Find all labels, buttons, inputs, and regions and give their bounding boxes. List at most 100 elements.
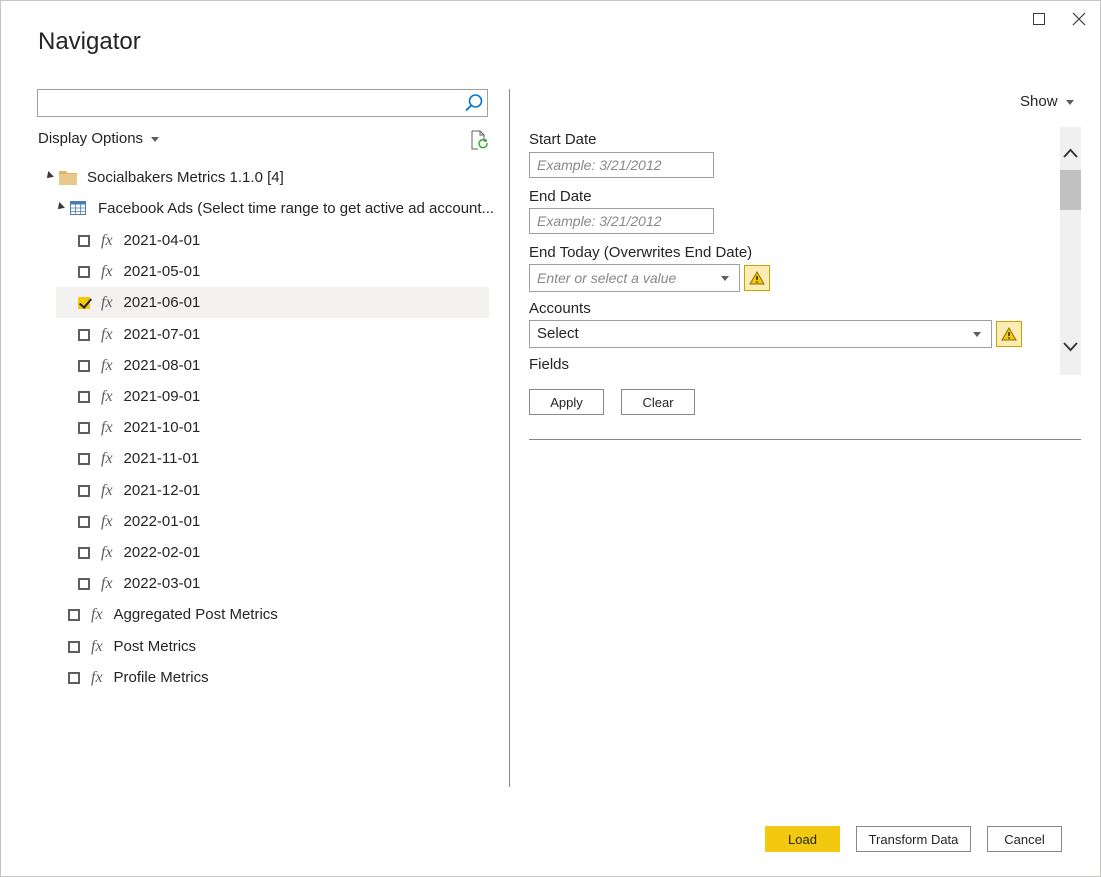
start-date-placeholder: Example: 3/21/2012 (537, 157, 662, 173)
function-icon: fx (91, 605, 103, 623)
folder-icon (59, 171, 77, 185)
date-checkbox[interactable] (78, 577, 90, 590)
date-label: 2021-12-01 (123, 482, 201, 499)
maximize-icon (1033, 13, 1045, 25)
collapse-icon[interactable] (44, 171, 54, 181)
accounts-select[interactable]: Select (529, 320, 992, 348)
end-today-label: End Today (Overwrites End Date) (529, 244, 753, 261)
date-checkbox[interactable] (78, 421, 90, 434)
scroll-up-icon[interactable] (1062, 146, 1079, 160)
panel-divider (509, 89, 510, 787)
date-checkbox[interactable] (78, 452, 90, 465)
tree-date-item[interactable]: fx 2021-09-01 (78, 381, 200, 412)
date-checkbox[interactable] (78, 546, 90, 559)
date-checkbox[interactable] (78, 390, 90, 403)
tree-date-item[interactable]: fx 2021-04-01 (78, 225, 200, 256)
search-box (37, 89, 488, 117)
tree-date-item-selected[interactable]: fx 2021-06-01 (56, 287, 489, 318)
tree-function-item[interactable]: fx Post Metrics (68, 631, 196, 662)
tree-root[interactable]: Socialbakers Metrics 1.1.0 [4] (38, 162, 490, 193)
accounts-value: Select (537, 325, 579, 342)
close-icon (1072, 12, 1086, 26)
function-icon: fx (101, 543, 113, 561)
date-label: 2021-04-01 (123, 232, 201, 249)
warning-icon (1001, 327, 1017, 341)
show-label: Show (1020, 93, 1058, 110)
function-icon: fx (101, 481, 113, 499)
function-icon: fx (101, 231, 113, 249)
scrollbar-thumb[interactable] (1060, 170, 1081, 210)
tree-function-item[interactable]: fx Aggregated Post Metrics (68, 599, 278, 630)
date-checkbox[interactable] (78, 265, 90, 278)
function-icon: fx (91, 637, 103, 655)
params-scrollbar[interactable] (1060, 127, 1081, 375)
tree-date-item[interactable]: fx 2021-07-01 (78, 319, 200, 350)
date-label: 2022-02-01 (123, 544, 201, 561)
tree-date-item[interactable]: fx 2022-02-01 (78, 537, 200, 568)
function-checkbox[interactable] (68, 608, 80, 621)
tree-date-item[interactable]: fx 2021-08-01 (78, 350, 200, 381)
date-checkbox[interactable] (78, 328, 90, 341)
function-label: Aggregated Post Metrics (113, 606, 278, 623)
end-today-select[interactable]: Enter or select a value (529, 264, 740, 292)
end-date-label: End Date (529, 188, 592, 205)
function-checkbox[interactable] (68, 640, 80, 653)
date-label: 2021-09-01 (123, 388, 201, 405)
collapse-icon[interactable] (55, 202, 65, 212)
tree-date-item[interactable]: fx 2021-05-01 (78, 256, 200, 287)
search-input[interactable] (38, 90, 458, 116)
display-options-dropdown[interactable]: Display Options (38, 130, 160, 147)
end-date-input[interactable]: Example: 3/21/2012 (529, 208, 714, 234)
load-button[interactable]: Load (765, 826, 840, 852)
tree-root-label: Socialbakers Metrics 1.1.0 [4] (87, 169, 284, 186)
fields-label: Fields (529, 356, 570, 373)
function-checkbox[interactable] (68, 671, 80, 684)
function-icon: fx (101, 512, 113, 530)
date-label: 2022-01-01 (123, 513, 201, 530)
preview-divider (529, 439, 1081, 440)
tree-date-item[interactable]: fx 2021-11-01 (78, 443, 199, 474)
function-icon: fx (101, 574, 113, 592)
end-today-placeholder: Enter or select a value (537, 270, 677, 286)
chevron-down-icon (721, 276, 729, 281)
warning-icon (749, 271, 765, 285)
function-icon: fx (101, 293, 113, 311)
function-label: Profile Metrics (113, 669, 209, 686)
date-checkbox[interactable] (78, 515, 90, 528)
start-date-input[interactable]: Example: 3/21/2012 (529, 152, 714, 178)
date-checkbox-checked[interactable] (78, 296, 90, 309)
warning-indicator (744, 265, 770, 291)
function-label: Post Metrics (113, 638, 197, 655)
refresh-icon[interactable] (469, 130, 489, 150)
accounts-label: Accounts (529, 300, 591, 317)
chevron-down-icon (151, 136, 160, 142)
start-date-label: Start Date (529, 131, 597, 148)
function-icon: fx (101, 387, 113, 405)
date-label: 2021-10-01 (123, 419, 201, 436)
close-button[interactable] (1068, 8, 1090, 30)
date-checkbox[interactable] (78, 359, 90, 372)
tree-date-item[interactable]: fx 2021-10-01 (78, 412, 200, 443)
date-label: 2021-06-01 (123, 294, 201, 311)
tree-date-item[interactable]: fx 2022-03-01 (78, 568, 200, 599)
maximize-button[interactable] (1028, 8, 1050, 30)
function-icon: fx (101, 262, 113, 280)
page-title: Navigator (38, 28, 141, 55)
chevron-down-icon (1065, 99, 1074, 105)
tree-date-item[interactable]: fx 2022-01-01 (78, 506, 200, 537)
apply-button[interactable]: Apply (529, 389, 604, 415)
scroll-down-icon[interactable] (1062, 340, 1079, 354)
clear-button[interactable]: Clear (621, 389, 695, 415)
transform-data-button[interactable]: Transform Data (856, 826, 971, 852)
date-checkbox[interactable] (78, 234, 90, 247)
tree-function-item[interactable]: fx Profile Metrics (68, 662, 209, 693)
show-dropdown[interactable]: Show (1020, 93, 1074, 110)
date-label: 2021-08-01 (123, 357, 201, 374)
cancel-button[interactable]: Cancel (987, 826, 1062, 852)
date-checkbox[interactable] (78, 484, 90, 497)
date-label: 2021-11-01 (123, 450, 200, 467)
search-icon[interactable] (464, 93, 484, 113)
tree-date-item[interactable]: fx 2021-12-01 (78, 475, 200, 506)
warning-indicator (996, 321, 1022, 347)
tree-table-item[interactable]: Facebook Ads (Select time range to get a… (38, 193, 494, 224)
